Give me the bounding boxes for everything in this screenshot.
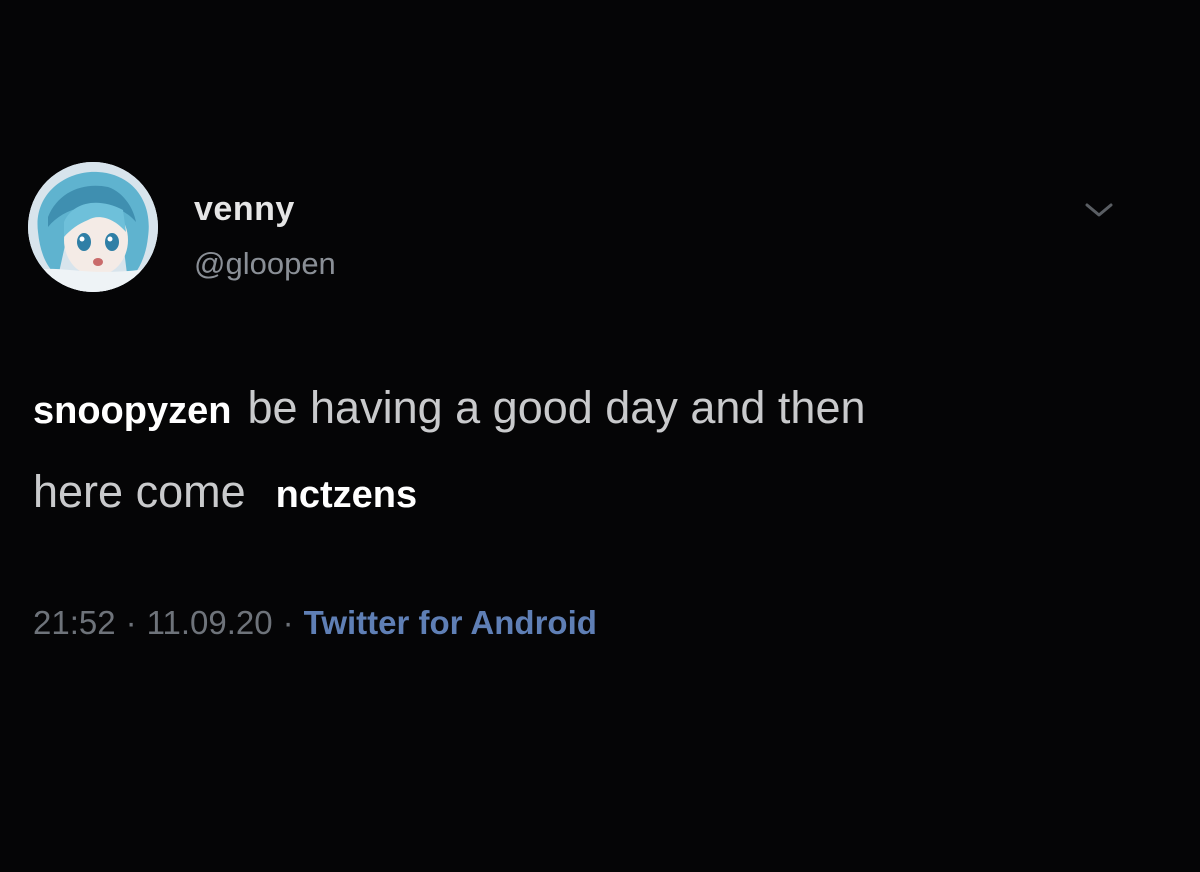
- tweet-meta: 21:52 · 11.09.20 · Twitter for Android: [33, 604, 597, 642]
- tweet-time[interactable]: 21:52: [33, 604, 116, 641]
- tweet-text-segment: be having a good day and then: [247, 382, 866, 433]
- tweet-text-line-1: snoopyzen be having a good day and then: [33, 382, 866, 434]
- anime-avatar-icon: [28, 162, 158, 292]
- meta-separator: ·: [125, 604, 137, 641]
- display-name[interactable]: venny: [194, 190, 295, 229]
- chevron-down-icon: [1085, 203, 1113, 217]
- tweet-date[interactable]: 11.09.20: [147, 604, 273, 641]
- overlay-word-snoopyzen: snoopyzen: [33, 390, 232, 432]
- user-handle[interactable]: @gloopen: [194, 246, 336, 282]
- avatar[interactable]: [28, 162, 158, 292]
- meta-separator: ·: [282, 604, 294, 641]
- overlay-word-nctzens: nctzens: [275, 474, 418, 516]
- tweet-card: venny @gloopen snoopyzen be having a good…: [0, 0, 1200, 872]
- tweet-text-line-2: here come nctzens: [33, 466, 417, 518]
- tweet-source-link[interactable]: Twitter for Android: [304, 604, 597, 641]
- tweet-menu-button[interactable]: [1082, 198, 1116, 222]
- tweet-text-segment: here come: [33, 466, 246, 517]
